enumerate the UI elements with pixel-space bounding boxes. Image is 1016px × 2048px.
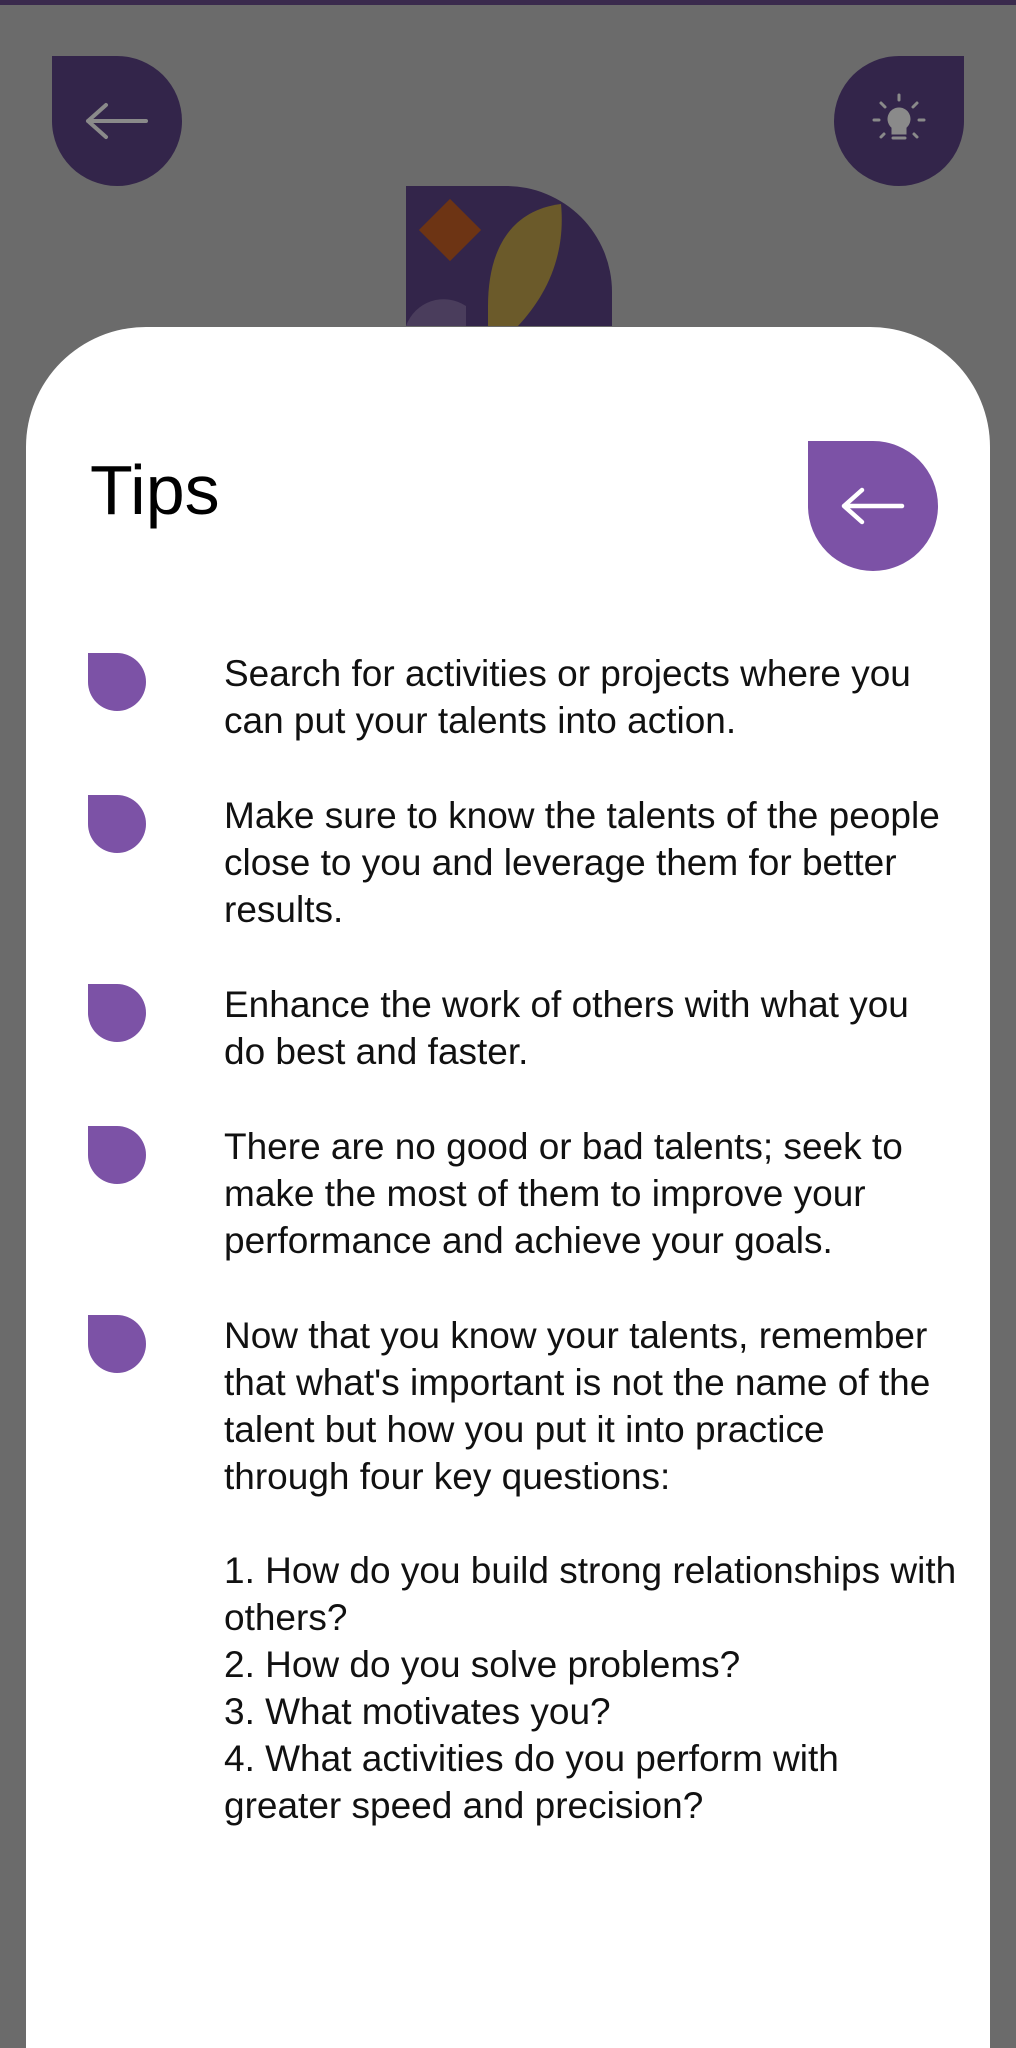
arrow-left-icon (841, 487, 905, 525)
tip-item: There are no good or bad talents; seek t… (88, 1123, 958, 1264)
arrow-left-icon (86, 103, 148, 139)
close-sheet-button[interactable] (808, 441, 938, 571)
bullet-icon (88, 1126, 146, 1184)
tip-item: Enhance the work of others with what you… (88, 981, 958, 1075)
tip-text: Search for activities or projects where … (224, 653, 911, 741)
tip-item: Now that you know your talents, remember… (88, 1312, 958, 1829)
background-back-button[interactable] (52, 56, 182, 186)
tip-item: Search for activities or projects where … (88, 650, 958, 744)
sheet-title: Tips (90, 451, 220, 529)
tips-list: Search for activities or projects where … (88, 650, 958, 1877)
tip-item: Make sure to know the talents of the peo… (88, 792, 958, 933)
tip-text: There are no good or bad talents; seek t… (224, 1126, 903, 1261)
bullet-icon (88, 653, 146, 711)
tip-text: Make sure to know the talents of the peo… (224, 795, 940, 930)
tips-sheet: Tips Search for activities or projects w… (26, 327, 990, 2048)
tip-text: Now that you know your talents, remember… (224, 1315, 957, 1826)
top-status-strip (0, 0, 1016, 5)
bullet-icon (88, 1315, 146, 1373)
app-logo (406, 186, 612, 326)
background-tips-button[interactable] (834, 56, 964, 186)
bullet-icon (88, 984, 146, 1042)
tip-text: Enhance the work of others with what you… (224, 984, 909, 1072)
bullet-icon (88, 795, 146, 853)
lightbulb-icon (872, 93, 926, 140)
